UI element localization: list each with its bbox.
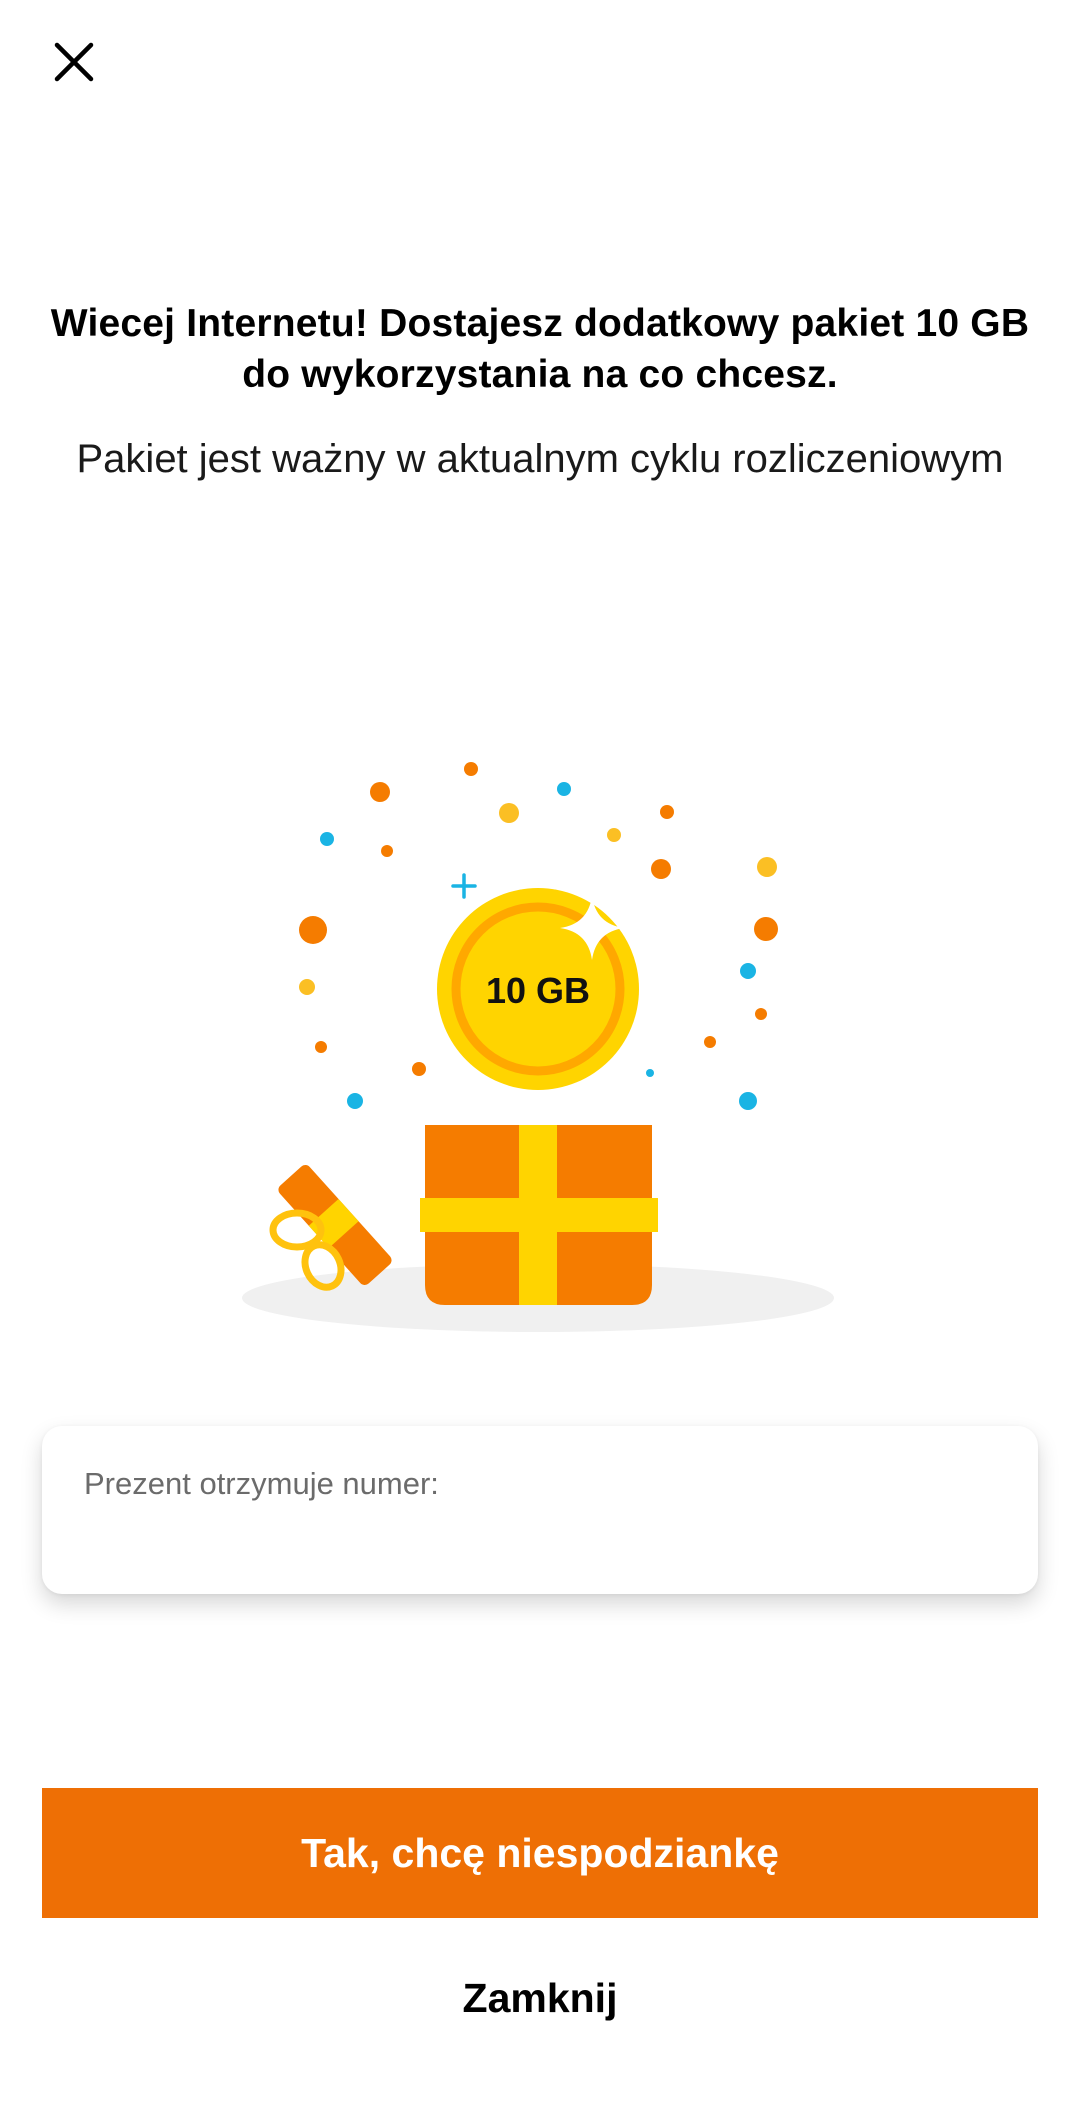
close-button[interactable] (42, 30, 106, 94)
promo-subtitle: Pakiet jest ważny w aktualnym cyklu rozl… (76, 437, 1004, 481)
recipient-card: Prezent otrzymuje numer: (42, 1426, 1038, 1594)
close-icon (54, 42, 94, 82)
recipient-label: Prezent otrzymuje numer: (84, 1466, 439, 1501)
confirm-gift-button[interactable]: Tak, chcę niespodziankę (42, 1788, 1038, 1918)
promo-title: Wiecej Internetu! Dostajesz dodatkowy pa… (50, 302, 1030, 396)
gift-box-icon (420, 1125, 658, 1305)
coin-label: 10 GB (486, 970, 590, 1011)
close-link-button[interactable]: Zamknij (0, 1975, 1080, 2022)
gift-box-coin-illustration: 10 GB (242, 762, 834, 1332)
